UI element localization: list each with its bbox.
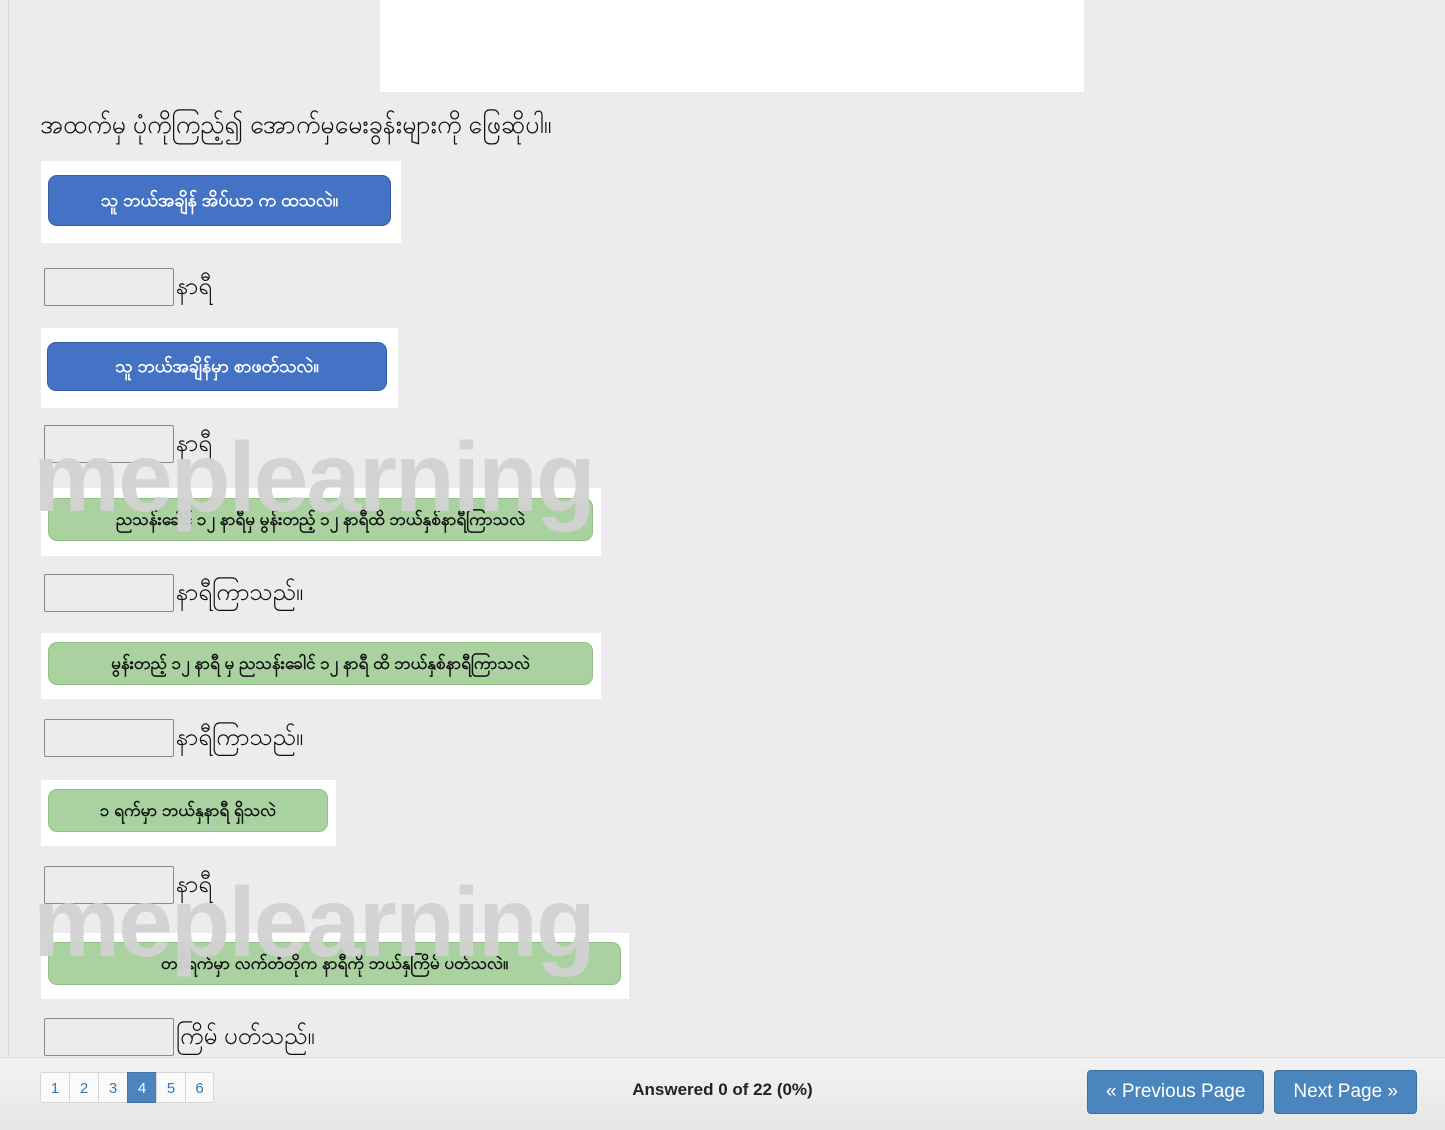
answer-unit-label: နာရီကြာသည်။ [176,724,304,751]
question-card: မွန်းတည့် ၁၂ နာရီ မှ ညသန်းခေါင် ၁၂ နာရီ … [41,633,601,699]
quiz-footer: 1 2 3 4 5 6 Answered 0 of 22 (0%) « Prev… [0,1057,1445,1130]
answer-input[interactable] [44,866,174,904]
answer-unit-label: နာရီ [176,273,213,300]
answer-row: နာရီ [44,866,212,904]
instruction-text: အထက်မှ ပုံကိုကြည့်၍ အောက်မှမေးခွန်းများက… [40,111,552,139]
answer-row: နာရီကြာသည်။ [44,719,303,757]
question-prompt: သူ ဘယ်အချိန်မှာ စာဖတ်သလဲ။ [47,342,387,391]
question-card: တစ်ရက်မှာ လက်တံတိုက နာရီကို ဘယ်နှကြိမ် ပ… [41,933,629,999]
answer-input[interactable] [44,268,174,306]
answer-row: နာရီကြာသည်။ [44,574,303,612]
question-prompt: ၁ ရက်မှာ ဘယ်နှနာရီ ရှိသလဲ [48,789,328,833]
answer-row: နာရီ [44,425,212,463]
answer-row: ကြိမ် ပတ်သည်။ [44,1018,315,1056]
answer-input[interactable] [44,574,174,612]
answer-row: နာရီ [44,268,212,306]
answer-input[interactable] [44,1018,174,1056]
previous-page-button[interactable]: « Previous Page [1087,1070,1265,1114]
answer-unit-label: ကြိမ် ပတ်သည်။ [176,1023,315,1050]
page-nav-buttons: « Previous Page Next Page » [1087,1070,1417,1114]
time-diagram-figure: ၁၂ နာရီ ၁၂ နာရီ [380,0,1084,92]
question-card: သူ ဘယ်အချိန်မှာ စာဖတ်သလဲ။ [41,328,398,408]
question-prompt: ညသန်းခေါင် ၁၂ နာရီမှ မွန်းတည့် ၁၂ နာရီထိ… [48,498,593,542]
question-prompt: သူ ဘယ်အချိန် အိပ်ယာ က ထသလဲ။ [48,175,391,226]
question-card: သူ ဘယ်အချိန် အိပ်ယာ က ထသလဲ။ [41,161,401,243]
answer-input[interactable] [44,719,174,757]
question-card: ၁ ရက်မှာ ဘယ်နှနာရီ ရှိသလဲ [41,780,336,846]
answer-unit-label: နာရီကြာသည်။ [176,579,304,606]
question-prompt: မွန်းတည့် ၁၂ နာရီ မှ ညသန်းခေါင် ၁၂ နာရီ … [48,642,593,686]
question-card: ညသန်းခေါင် ၁၂ နာရီမှ မွန်းတည့် ၁၂ နာရီထိ… [41,488,601,556]
answer-unit-label: နာရီ [176,871,213,898]
answer-input[interactable] [44,425,174,463]
next-page-button[interactable]: Next Page » [1274,1070,1417,1114]
question-prompt: တစ်ရက်မှာ လက်တံတိုက နာရီကို ဘယ်နှကြိမ် ပ… [48,942,621,986]
answer-unit-label: နာရီ [176,430,213,457]
quiz-scroll-area[interactable]: ၁၂ နာရီ ၁၂ နာရီ အထက်မှ ပုံကိုကြည့်၍ အောက… [0,0,1445,1058]
